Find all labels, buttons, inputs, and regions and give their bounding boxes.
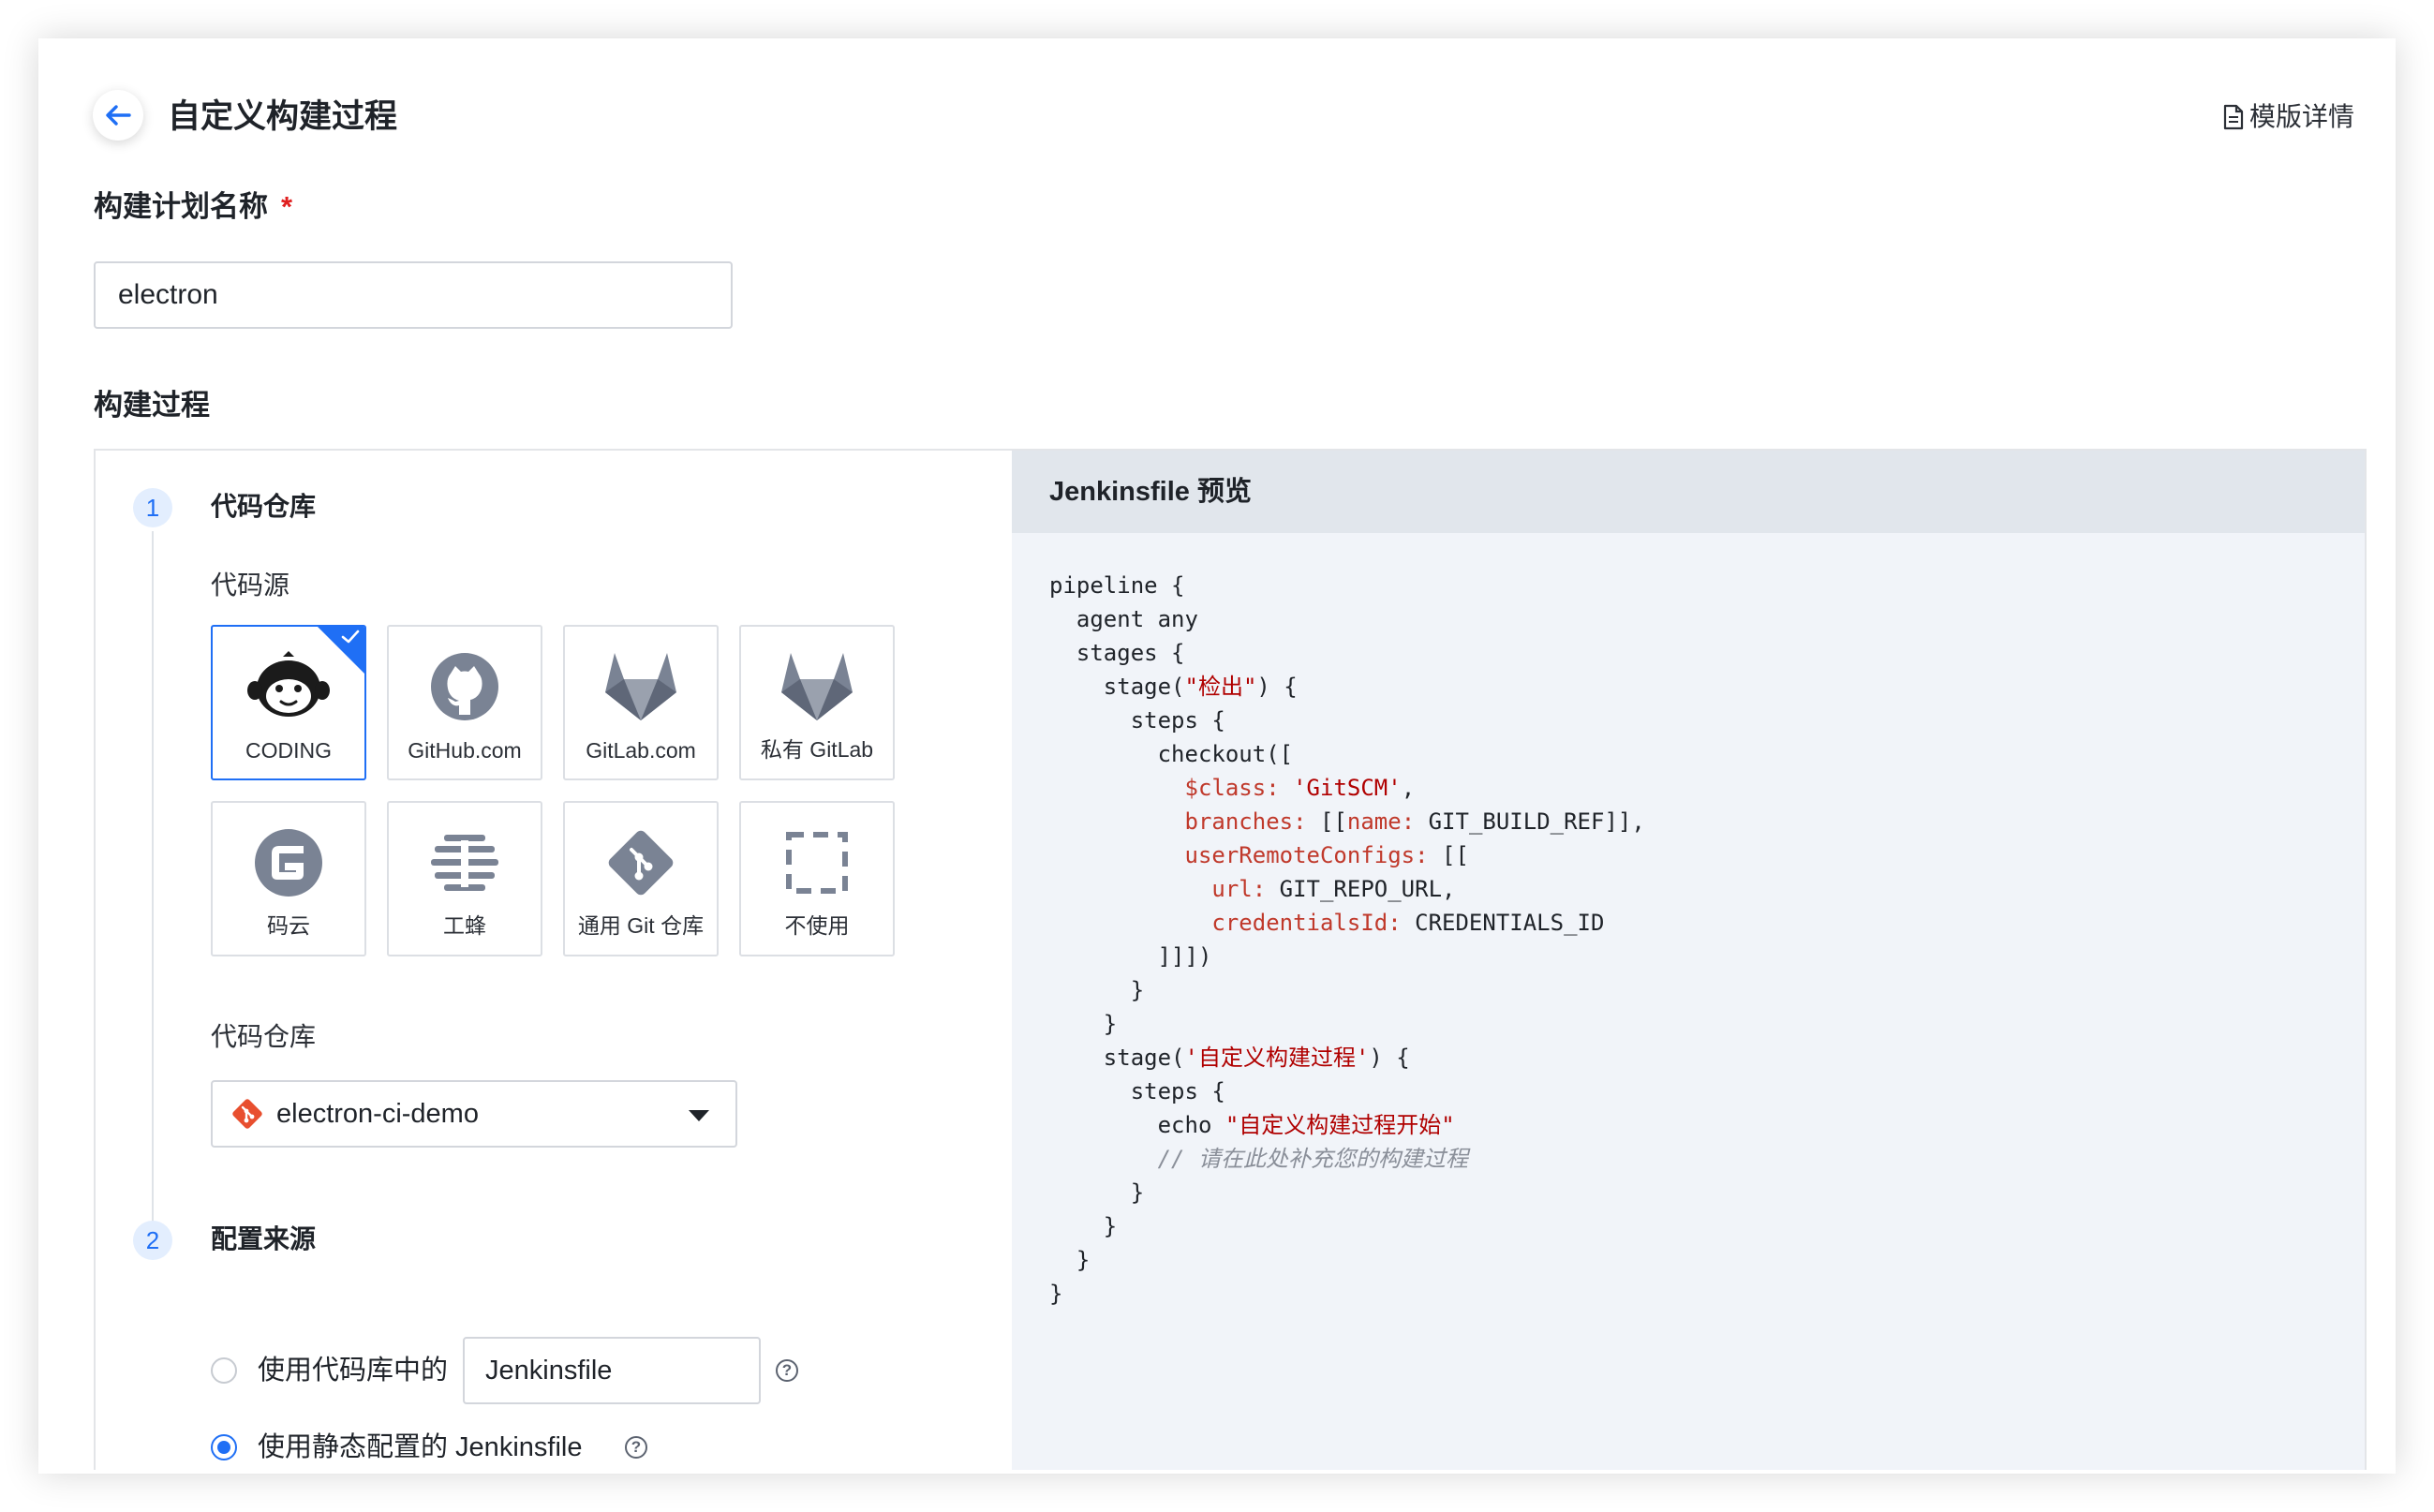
source-tile-none[interactable]: 不使用: [739, 801, 895, 956]
source-tile-gongfeng[interactable]: 工蜂: [387, 801, 542, 956]
source-label: GitHub.com: [408, 738, 522, 763]
build-process-label: 构建过程: [94, 389, 210, 422]
step-2-title: 配置来源: [211, 1224, 317, 1253]
source-label: 通用 Git 仓库: [577, 913, 705, 938]
template-link-label: 模版详情: [2248, 102, 2354, 131]
step-1-badge: 1: [133, 488, 172, 527]
required-mark: *: [281, 190, 293, 223]
radio-repo-jenkinsfile[interactable]: [211, 1357, 237, 1384]
gitlab-icon: [781, 653, 853, 720]
radio-repo-jenkinsfile-label: 使用代码库中的: [258, 1356, 449, 1386]
source-tile-coding[interactable]: CODING: [211, 625, 366, 780]
github-icon: [431, 653, 498, 720]
plan-name-input[interactable]: [94, 261, 733, 329]
git-icon: [608, 830, 674, 896]
source-label: 不使用: [784, 913, 850, 938]
source-label: 工蜂: [443, 913, 486, 938]
build-process-panel: 1 代码仓库 代码源 CODING GitHub.com GitLab.com …: [94, 449, 2367, 1470]
source-label: GitLab.com: [586, 738, 696, 763]
repo-select[interactable]: electron-ci-demo: [211, 1080, 737, 1148]
config-pane: 1 代码仓库 代码源 CODING GitHub.com GitLab.com …: [96, 451, 1012, 1470]
jenkinsfile-preview-pane: Jenkinsfile 预览 pipeline { agent any stag…: [1012, 451, 2365, 1470]
code-source-label: 代码源: [211, 571, 290, 600]
back-button[interactable]: [93, 90, 143, 141]
source-label: 码云: [267, 913, 310, 938]
template-details-link[interactable]: 模版详情: [2223, 100, 2354, 134]
source-tile-gitee[interactable]: 码云: [211, 801, 366, 956]
step-connector-line: [152, 531, 154, 1224]
radio-static-jenkinsfile-label: 使用静态配置的 Jenkinsfile: [258, 1432, 583, 1462]
page-container: 自定义构建过程 模版详情 构建计划名称* 构建过程 1 代码仓库 代码源: [38, 38, 2396, 1474]
gongfeng-icon: [431, 835, 498, 891]
page-title: 自定义构建过程: [168, 98, 398, 135]
step-1-title: 代码仓库: [211, 492, 317, 521]
git-repo-icon: [232, 1099, 262, 1129]
help-icon[interactable]: ?: [776, 1359, 798, 1382]
help-icon[interactable]: ?: [625, 1436, 647, 1459]
gitee-icon: [255, 829, 322, 897]
preview-title: Jenkinsfile 预览: [1012, 451, 2365, 533]
chevron-down-icon: [689, 1110, 709, 1121]
repo-select-value: electron-ci-demo: [276, 1098, 479, 1129]
radio-static-jenkinsfile[interactable]: [211, 1434, 237, 1460]
source-label: 私有 GitLab: [760, 737, 874, 762]
source-tile-github[interactable]: GitHub.com: [387, 625, 542, 780]
none-icon: [786, 832, 848, 894]
gitlab-icon: [605, 653, 676, 720]
check-icon: [341, 630, 360, 644]
step-2-badge: 2: [133, 1221, 172, 1260]
source-label: CODING: [245, 738, 332, 763]
jenkinsfile-code: pipeline { agent any stages { stage("检出"…: [1049, 572, 1645, 1307]
source-tile-gitlab-com[interactable]: GitLab.com: [563, 625, 719, 780]
source-tile-generic-git[interactable]: 通用 Git 仓库: [563, 801, 719, 956]
jenkinsfile-path-input[interactable]: [463, 1337, 761, 1404]
arrow-left-icon: [106, 105, 131, 126]
document-icon: [2223, 104, 2244, 130]
source-tile-private-gitlab[interactable]: 私有 GitLab: [739, 625, 895, 780]
repo-label: 代码仓库: [211, 1022, 317, 1051]
plan-name-label: 构建计划名称 *: [94, 190, 293, 223]
